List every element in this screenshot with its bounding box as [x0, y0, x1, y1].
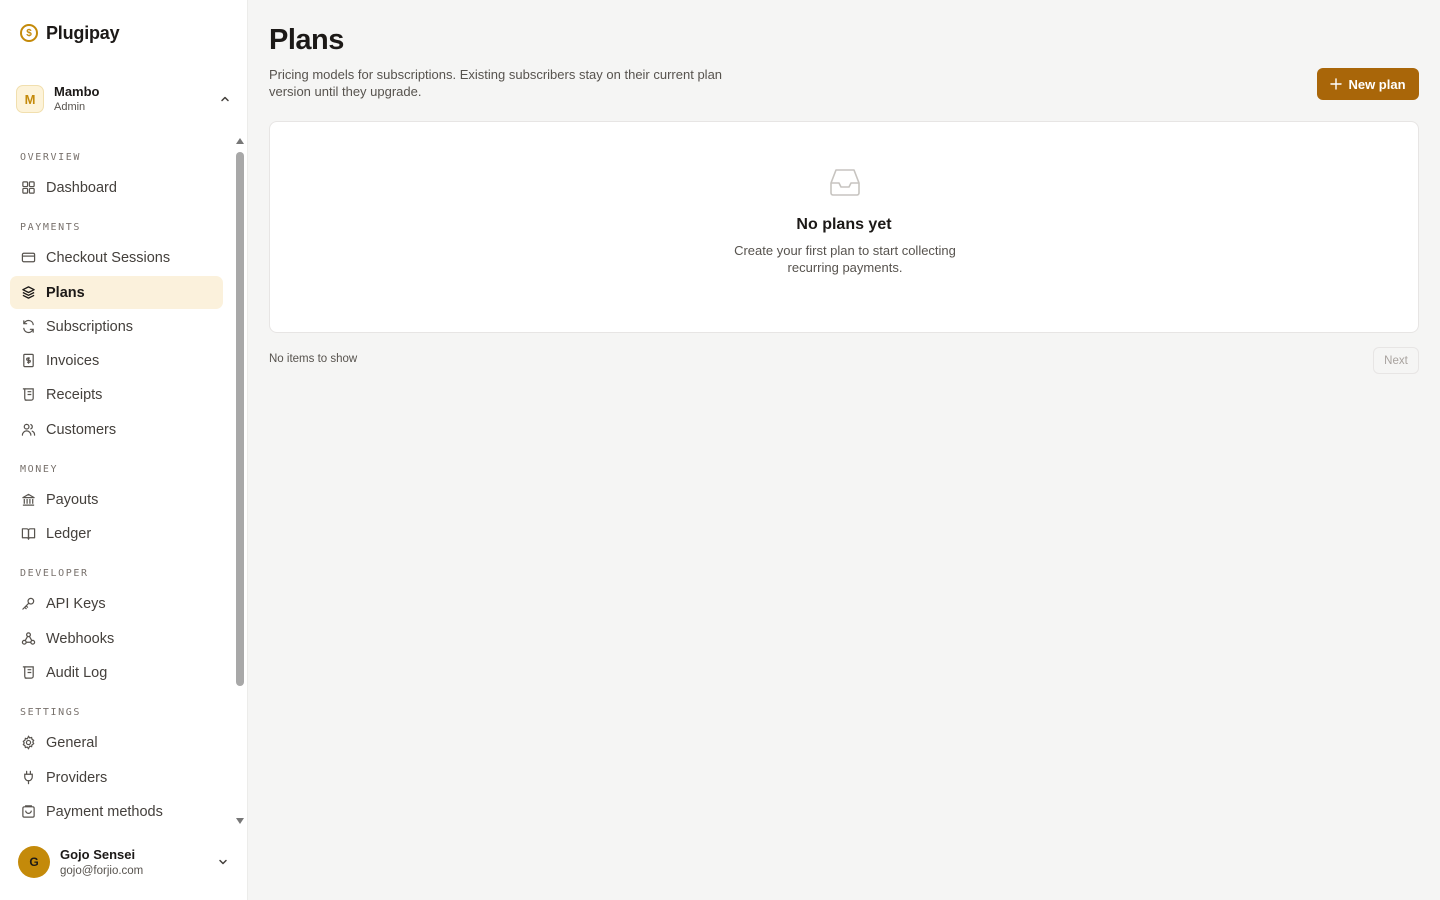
user-email: gojo@forjio.com — [60, 864, 144, 877]
sidebar-item-customers[interactable]: Customers — [10, 413, 223, 446]
sidebar-item-label: Dashboard — [46, 179, 117, 196]
plug-icon — [21, 770, 36, 785]
user-text: Gojo Sensei gojo@forjio.com — [60, 846, 143, 879]
receipt-icon — [21, 387, 36, 402]
sidebar-item-label: Checkout Sessions — [46, 249, 171, 266]
section-developer: DEVELOPER — [20, 568, 89, 579]
empty-state-card: No plans yet Create your first plan to s… — [269, 121, 1419, 333]
page-description: Pricing models for subscriptions. Existi… — [269, 67, 723, 99]
brand-name: Plugipay — [46, 22, 120, 43]
sidebar: $ Plugipay M Mambo Admin OVERVIEW Dashbo… — [0, 0, 248, 900]
gear-icon — [21, 735, 36, 750]
scroll-icon — [21, 665, 36, 680]
empty-state-description: Create your first plan to start collecti… — [734, 243, 956, 275]
org-switcher[interactable]: M Mambo Admin — [16, 82, 236, 116]
sidebar-item-receipts[interactable]: Receipts — [10, 378, 223, 411]
user-menu[interactable]: G Gojo Sensei gojo@forjio.com — [18, 844, 232, 880]
chevron-up-icon — [221, 96, 229, 102]
brand[interactable]: $ Plugipay — [20, 22, 120, 44]
refresh-icon — [21, 319, 36, 334]
sidebar-item-label: Webhooks — [46, 630, 115, 647]
wallet-icon — [21, 804, 36, 819]
sidebar-item-label: Payment methods — [46, 803, 163, 820]
sidebar-item-subscriptions[interactable]: Subscriptions — [10, 310, 223, 343]
key-icon — [21, 596, 36, 611]
sidebar-item-label: General — [46, 734, 98, 751]
chevron-down-icon — [219, 859, 227, 865]
sidebar-item-dashboard[interactable]: Dashboard — [10, 171, 223, 204]
avatar: G — [18, 846, 50, 878]
plus-icon — [1330, 78, 1343, 90]
org-text: Mambo Admin — [54, 84, 100, 115]
invoice-icon — [21, 353, 36, 368]
scroll-up-arrow-icon[interactable] — [236, 138, 244, 144]
sidebar-item-providers[interactable]: Providers — [10, 761, 223, 794]
sidebar-item-api-keys[interactable]: API Keys — [10, 587, 223, 620]
sidebar-item-label: Providers — [46, 769, 108, 786]
sidebar-item-payment-methods[interactable]: Payment methods — [10, 795, 223, 828]
sidebar-item-label: Audit Log — [46, 664, 108, 681]
sidebar-item-checkout-sessions[interactable]: Checkout Sessions — [10, 241, 223, 274]
sidebar-item-label: Customers — [46, 421, 117, 438]
empty-state-title: No plans yet — [796, 216, 892, 233]
next-page-button[interactable]: Next — [1373, 347, 1419, 374]
sidebar-item-label: Invoices — [46, 352, 100, 369]
grid-icon — [21, 180, 36, 195]
sidebar-nav: OVERVIEW Dashboard PAYMENTS Checkout Ses… — [0, 138, 234, 828]
section-money: MONEY — [20, 464, 59, 475]
page-title: Plans — [269, 24, 344, 56]
sidebar-item-label: Payouts — [46, 491, 99, 508]
layers-icon — [21, 285, 36, 300]
card-icon — [21, 250, 36, 265]
sidebar-item-label: Subscriptions — [46, 318, 134, 335]
sidebar-item-ledger[interactable]: Ledger — [10, 517, 223, 550]
new-plan-button[interactable]: New plan — [1317, 68, 1419, 100]
section-overview: OVERVIEW — [20, 152, 81, 163]
sidebar-scrollbar[interactable] — [234, 138, 246, 824]
section-settings: SETTINGS — [20, 707, 81, 718]
sidebar-item-invoices[interactable]: Invoices — [10, 344, 223, 377]
user-name: Gojo Sensei — [60, 846, 136, 862]
org-name: Mambo — [54, 83, 100, 99]
webhook-icon — [21, 631, 36, 646]
org-role: Admin — [54, 100, 86, 113]
bank-icon — [21, 492, 36, 507]
sidebar-item-payouts[interactable]: Payouts — [10, 483, 223, 516]
scrollbar-thumb[interactable] — [236, 152, 244, 686]
users-icon — [21, 422, 36, 437]
pagination-status: No items to show — [269, 353, 358, 365]
sidebar-item-label: API Keys — [46, 595, 106, 612]
inbox-icon — [830, 169, 860, 196]
new-plan-label: New plan — [1348, 76, 1406, 92]
sidebar-item-label: Receipts — [46, 386, 103, 403]
org-avatar: M — [16, 85, 44, 113]
sidebar-item-audit-log[interactable]: Audit Log — [10, 656, 223, 689]
sidebar-item-label: Plans — [46, 284, 85, 301]
sidebar-item-plans[interactable]: Plans — [10, 276, 223, 309]
dollar-coin-icon: $ — [20, 24, 38, 42]
sidebar-item-general[interactable]: General — [10, 726, 223, 759]
section-payments: PAYMENTS — [20, 222, 81, 233]
sidebar-item-label: Ledger — [46, 525, 92, 542]
scroll-down-arrow-icon[interactable] — [236, 818, 244, 824]
sidebar-item-webhooks[interactable]: Webhooks — [10, 622, 223, 655]
book-icon — [21, 526, 36, 541]
